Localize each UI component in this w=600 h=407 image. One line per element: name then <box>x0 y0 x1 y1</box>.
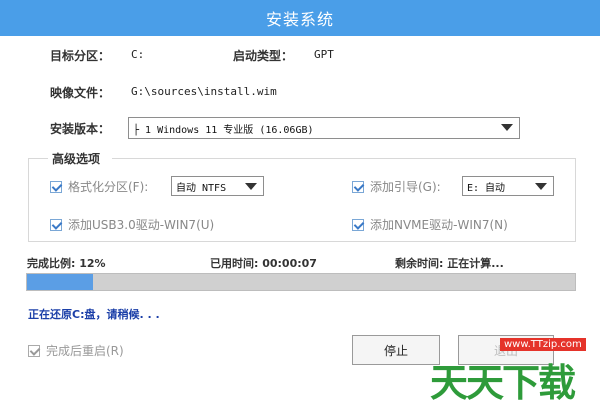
format-partition-label: 格式化分区(F): <box>68 180 149 194</box>
group-border-right <box>112 158 576 159</box>
window-title-bar: 安装系统 <box>0 0 600 36</box>
format-partition-checkbox[interactable]: 格式化分区(F): <box>50 178 148 195</box>
chevron-down-icon <box>501 124 513 131</box>
checkbox-checked-icon <box>28 344 40 357</box>
add-boot-label: 添加引导(G): <box>370 180 441 194</box>
add-boot-value: E: 自动 <box>467 182 506 194</box>
install-progress-bar <box>26 273 576 291</box>
window-title: 安装系统 <box>265 10 334 29</box>
group-border-left <box>28 158 48 159</box>
install-version-value: ├ 1 Windows 11 专业版 (16.06GB) <box>133 124 314 136</box>
boot-type-label: 启动类型： <box>233 49 294 63</box>
boot-type-value: GPT <box>314 48 334 61</box>
elapsed-time-text: 已用时间: 00:00:07 <box>210 257 317 270</box>
usb3-driver-label: 添加USB3.0驱动-WIN7(U) <box>68 218 215 232</box>
nvme-driver-checkbox[interactable]: 添加NVME驱动-WIN7(N) <box>352 216 508 233</box>
chevron-down-icon <box>535 183 547 190</box>
install-version-label: 安装版本： <box>50 122 111 136</box>
watermark-logo: 天天下载 <box>430 361 576 405</box>
checkbox-checked-icon <box>352 180 364 193</box>
format-partition-value: 自动 NTFS <box>176 182 227 194</box>
image-file-label: 映像文件： <box>50 86 111 100</box>
target-partition-value: C: <box>131 48 145 61</box>
stop-button-label: 停止 <box>383 343 408 358</box>
install-version-select[interactable]: ├ 1 Windows 11 专业版 (16.06GB) <box>128 117 520 139</box>
target-partition-label: 目标分区： <box>50 49 111 63</box>
format-partition-select[interactable]: 自动 NTFS <box>171 176 264 196</box>
add-boot-checkbox[interactable]: 添加引导(G): <box>352 178 441 195</box>
checkbox-checked-icon <box>352 218 364 231</box>
chevron-down-icon <box>245 183 257 190</box>
usb3-driver-checkbox[interactable]: 添加USB3.0驱动-WIN7(U) <box>50 216 214 233</box>
progress-fill <box>27 274 93 290</box>
checkbox-checked-icon <box>50 180 62 193</box>
nvme-driver-label: 添加NVME驱动-WIN7(N) <box>370 218 508 232</box>
watermark-url: www.TTzip.com <box>500 338 586 351</box>
stop-button[interactable]: 停止 <box>352 335 440 365</box>
image-file-value: G:\sources\install.wim <box>131 85 277 98</box>
advanced-options-title: 高级选项 <box>50 150 103 167</box>
remaining-time-text: 剩余时间: 正在计算... <box>395 257 504 270</box>
add-boot-select[interactable]: E: 自动 <box>462 176 554 196</box>
reboot-after-complete-label: 完成后重启(R) <box>46 344 124 358</box>
checkbox-checked-icon <box>50 218 62 231</box>
reboot-after-complete-checkbox[interactable]: 完成后重启(R) <box>28 342 124 359</box>
completion-ratio-text: 完成比例: 12% <box>27 257 106 270</box>
restoring-status-text: 正在还原C:盘，请稍候. . . <box>28 308 160 321</box>
